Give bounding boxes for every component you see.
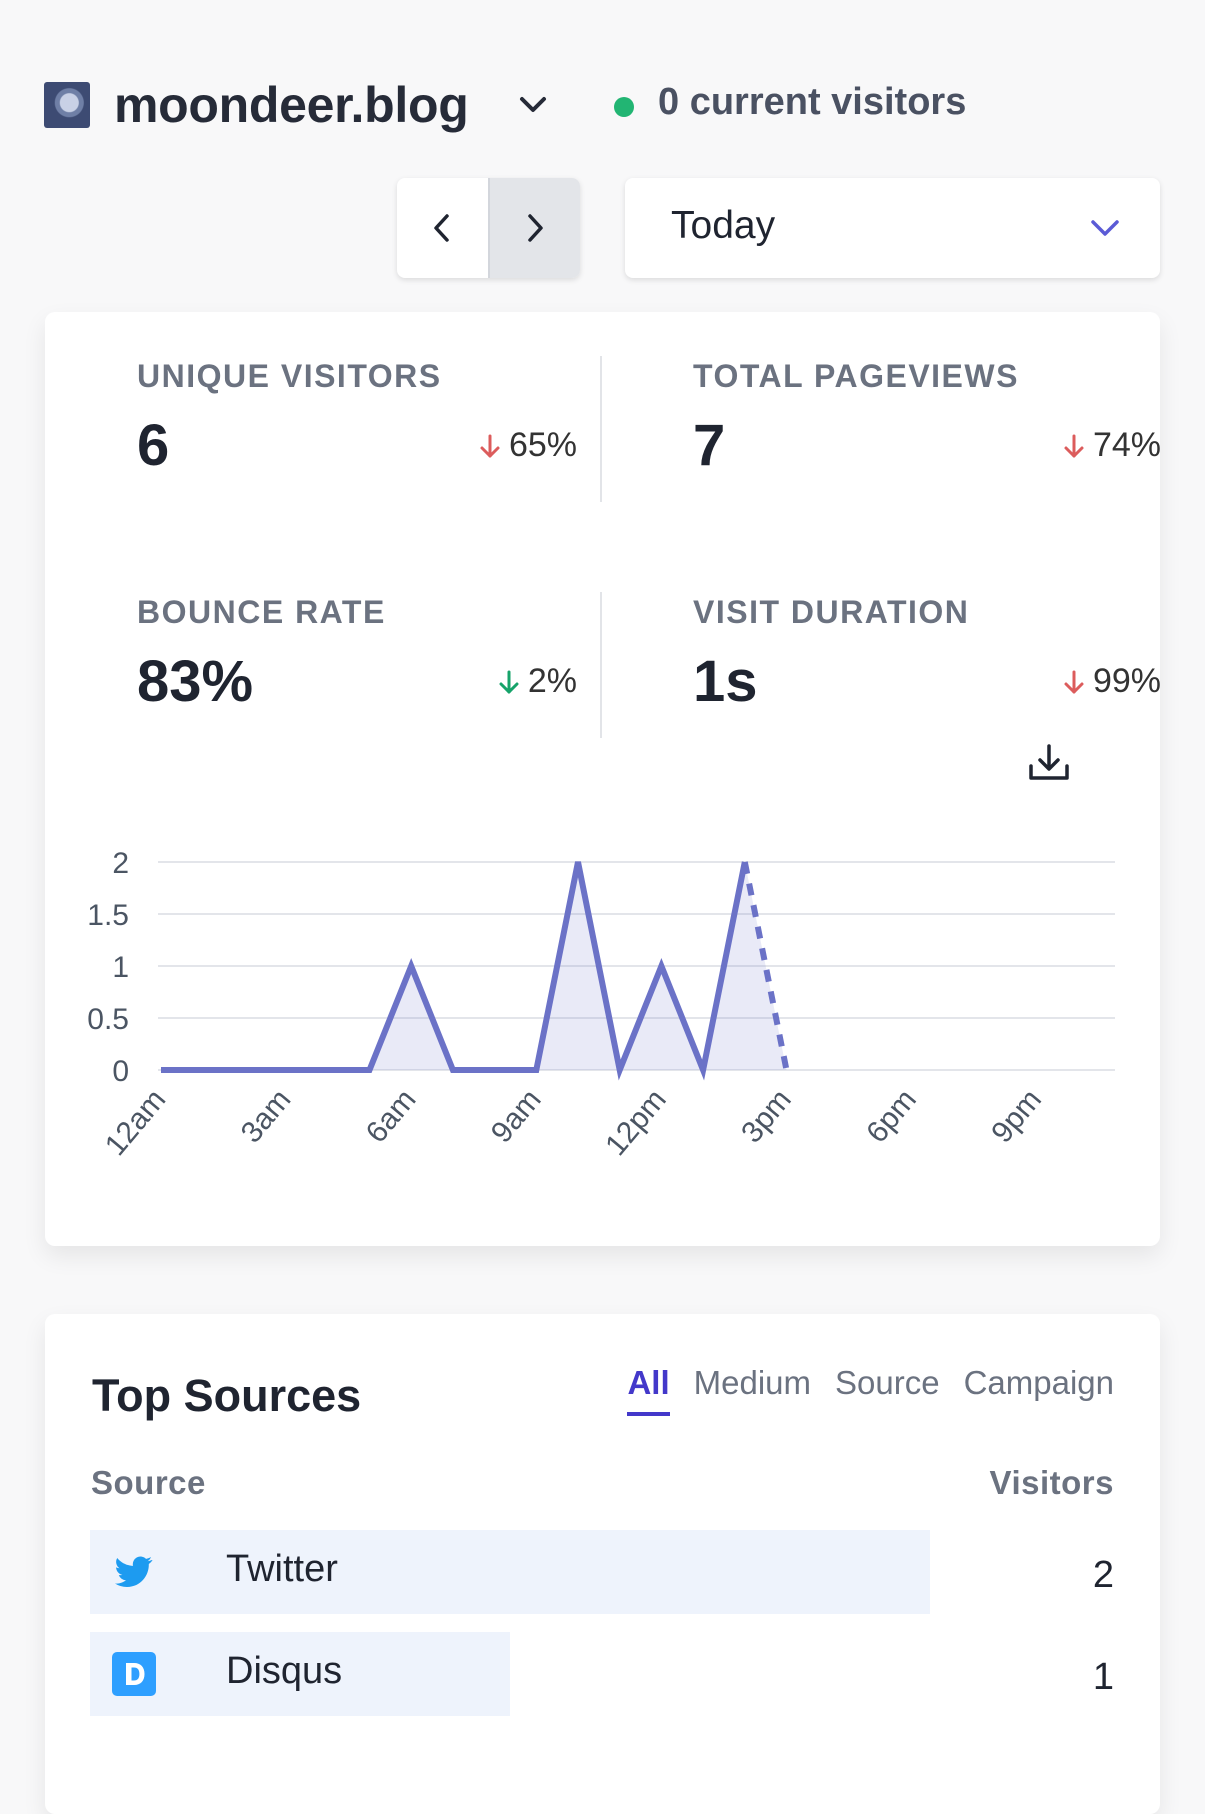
stat-divider	[600, 592, 602, 738]
site-name[interactable]: moondeer.blog	[114, 76, 469, 134]
source-row-disqus[interactable]: Disqus 1	[90, 1632, 1114, 1716]
stat-visit-duration[interactable]: VISIT DURATION 1s 99%	[693, 594, 1161, 744]
arrow-down-icon	[480, 434, 500, 457]
visitors-line-chart[interactable]: 0 0.5 1 1.5 2 12am 3am 6am 9am 12pm 3pm 6pm 9pm	[45, 812, 1160, 1242]
site-header: moondeer.blog 0 current visitors	[44, 76, 1164, 134]
x-tick-label: 9pm	[985, 1083, 1048, 1149]
stat-value: 7	[693, 413, 726, 478]
tab-campaign[interactable]: Campaign	[964, 1364, 1114, 1416]
y-tick-label: 2	[112, 847, 129, 880]
previous-period-button[interactable]	[397, 178, 488, 278]
source-visitors: 1	[1092, 1656, 1114, 1698]
x-tick-label: 12pm	[599, 1083, 673, 1162]
x-tick-label: 3pm	[735, 1083, 798, 1149]
column-header-visitors: Visitors	[989, 1464, 1114, 1501]
x-tick-label: 12am	[99, 1083, 173, 1162]
stat-change: 65%	[479, 426, 577, 465]
stats-card: UNIQUE VISITORS 6 65% TOTAL PAGEVIEWS 7 …	[45, 312, 1161, 1246]
live-indicator-dot	[614, 97, 634, 117]
next-period-button[interactable]	[487, 178, 580, 278]
chevron-down-icon	[1091, 220, 1119, 236]
tab-all[interactable]: All	[627, 1364, 670, 1416]
y-tick-label: 0	[112, 1055, 129, 1088]
stat-label: VISIT DURATION	[693, 594, 970, 630]
top-sources-title: Top Sources	[92, 1370, 362, 1421]
stat-value: 6	[137, 413, 170, 478]
x-tick-label: 6am	[360, 1083, 423, 1149]
tab-source[interactable]: Source	[835, 1364, 940, 1416]
y-tick-label: 1	[112, 951, 129, 984]
source-label: Disqus	[226, 1650, 343, 1692]
source-row-twitter[interactable]: Twitter 2	[90, 1530, 1114, 1614]
stat-change: 2%	[498, 662, 577, 701]
stat-change: 99%	[1063, 662, 1161, 701]
source-visitors: 2	[1092, 1554, 1114, 1596]
stat-divider	[600, 356, 602, 502]
period-label: Today	[671, 204, 776, 247]
stat-change-value: 99%	[1092, 662, 1161, 700]
source-label: Twitter	[226, 1548, 338, 1590]
y-tick-label: 0.5	[87, 1003, 129, 1036]
chevron-down-icon[interactable]	[516, 90, 550, 120]
x-tick-label: 6pm	[860, 1083, 923, 1149]
tab-medium[interactable]: Medium	[694, 1364, 811, 1416]
period-navigation	[397, 178, 580, 278]
stat-change-value: 74%	[1092, 426, 1161, 464]
stat-change-value: 65%	[508, 426, 577, 464]
disqus-icon	[112, 1652, 156, 1696]
twitter-icon	[115, 1556, 153, 1587]
y-tick-label: 1.5	[87, 899, 129, 932]
source-bar	[90, 1530, 930, 1614]
stat-change: 74%	[1063, 426, 1161, 465]
arrow-down-icon	[1064, 434, 1084, 457]
x-tick-label: 9am	[485, 1083, 548, 1149]
sources-tabs: All Medium Source Campaign	[627, 1364, 1114, 1416]
site-favicon-icon	[44, 82, 90, 128]
stat-total-pageviews[interactable]: TOTAL PAGEVIEWS 7 74%	[693, 358, 1161, 508]
download-icon[interactable]	[1026, 740, 1072, 786]
stat-label: BOUNCE RATE	[137, 594, 386, 630]
chevron-right-icon	[528, 214, 543, 242]
stat-unique-visitors[interactable]: UNIQUE VISITORS 6 65%	[137, 358, 577, 508]
stat-label: UNIQUE VISITORS	[137, 358, 442, 394]
arrow-down-icon	[499, 670, 519, 693]
stat-value: 1s	[693, 649, 758, 714]
stat-bounce-rate[interactable]: BOUNCE RATE 83% 2%	[137, 594, 577, 744]
column-header-source: Source	[91, 1464, 206, 1501]
current-visitors-text[interactable]: 0 current visitors	[658, 81, 966, 124]
period-select[interactable]: Today	[625, 178, 1160, 278]
top-sources-card: Top Sources All Medium Source Campaign S…	[45, 1314, 1160, 1814]
stat-label: TOTAL PAGEVIEWS	[693, 358, 1019, 394]
chevron-left-icon	[434, 214, 449, 242]
arrow-down-icon	[1064, 670, 1084, 693]
stat-change-value: 2%	[527, 662, 577, 700]
x-tick-label: 3am	[235, 1083, 298, 1149]
stat-value: 83%	[137, 649, 254, 714]
